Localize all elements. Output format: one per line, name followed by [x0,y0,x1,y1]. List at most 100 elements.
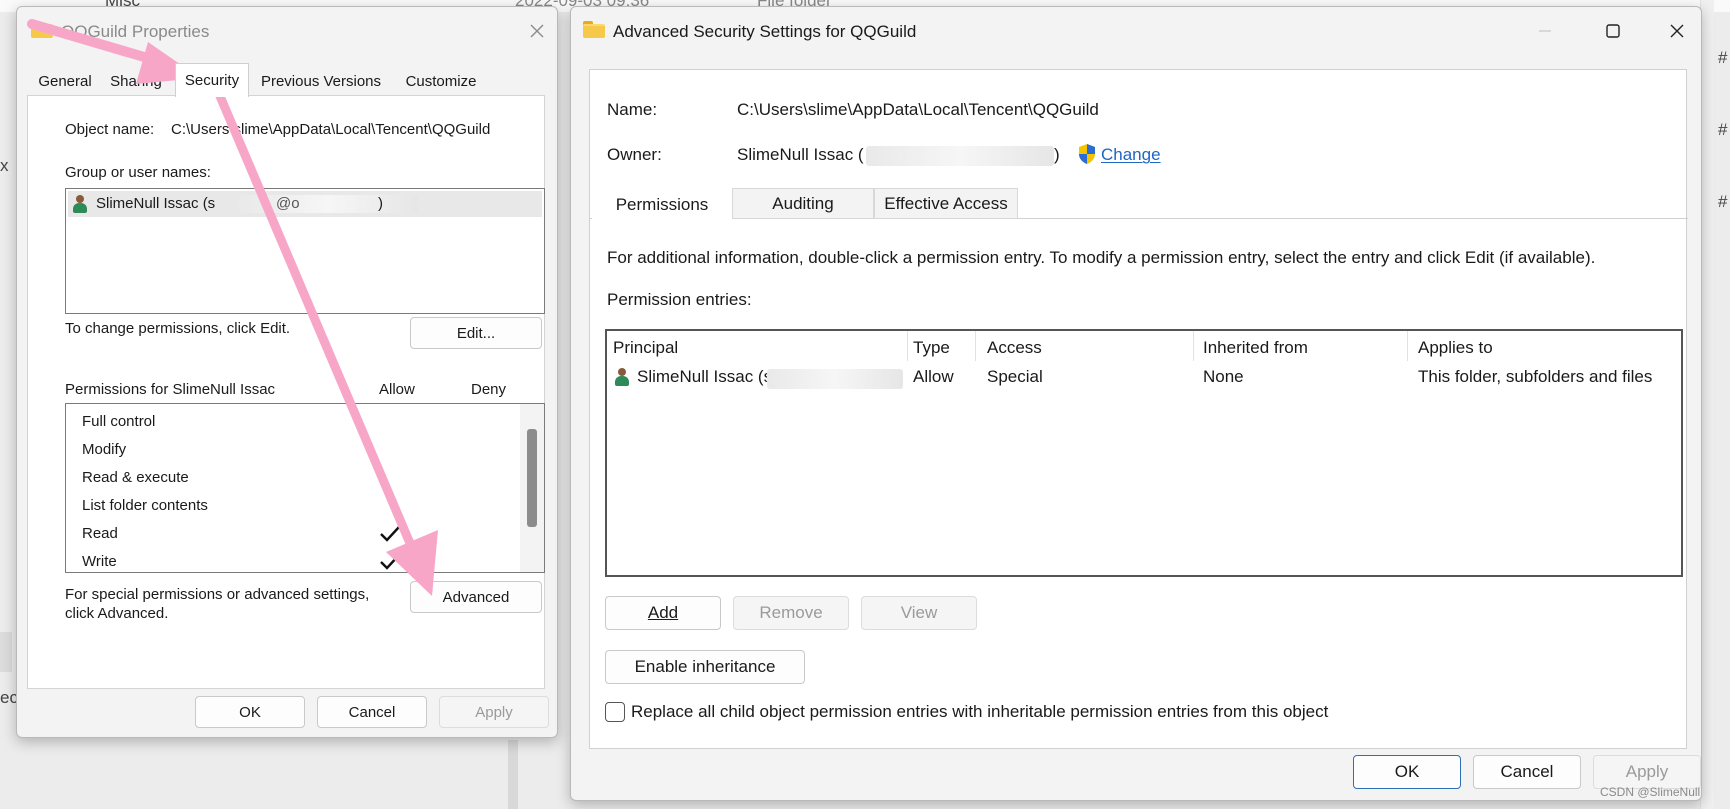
redacted-email [238,195,418,213]
cell-inherited-from: None [1203,367,1244,386]
cell-access: Special [987,367,1043,386]
watermark: CSDN @SlimeNull [1600,785,1701,799]
column-inherited-from[interactable]: Inherited from [1203,338,1308,358]
column-applies-to[interactable]: Applies to [1418,338,1493,358]
ok-button[interactable]: OK [195,696,305,728]
minimize-button[interactable] [1525,15,1565,47]
edit-button[interactable]: Edit... [410,317,542,349]
cell-applies-to: This folder, subfolders and files [1418,367,1653,386]
view-button[interactable]: View [861,596,977,630]
user-name: SlimeNull Issac (s [96,195,216,212]
add-button[interactable]: Add [605,596,721,630]
advanced-titlebar: Advanced Security Settings for QQGuild [571,7,1701,51]
right-edge-mark-3: # [1718,192,1728,211]
uac-shield-icon [1079,144,1095,164]
security-panel: Object name: C:\Users\slime\AppData\Loca… [27,95,545,689]
info-text: For additional information, double-click… [607,248,1596,267]
column-separator [975,331,976,361]
deny-header: Deny [471,381,507,398]
column-principal[interactable]: Principal [613,338,678,358]
permissions-scroll-thumb[interactable] [527,429,537,527]
tab-previous-versions[interactable]: Previous Versions [253,67,389,95]
permissions-list[interactable]: Full control Modify Read & execute List … [65,403,545,573]
permission-list-folder: List folder contents [82,497,208,514]
folder-icon [583,21,605,38]
replace-checkbox[interactable] [605,702,625,722]
add-button-label: Add [647,603,679,622]
owner-value: SlimeNull Issac ( [737,145,864,164]
tab-permissions[interactable]: Permissions [592,188,732,221]
permission-full-control: Full control [82,413,156,430]
redacted-principal [767,369,903,389]
cancel-button[interactable]: Cancel [1473,755,1581,789]
read-allow-check-icon [380,526,400,542]
tab-general[interactable]: General [31,67,99,95]
close-button[interactable] [1657,15,1697,47]
permission-entries-grid[interactable]: Principal Type Access Inherited from App… [605,329,1683,577]
close-button[interactable] [517,15,557,47]
column-separator [907,331,908,361]
permission-read-execute: Read & execute [82,469,189,486]
permission-modify: Modify [82,441,127,458]
behind-divider [508,740,518,809]
column-separator [1193,331,1194,361]
group-or-user-label: Group or user names: [65,164,211,181]
change-permissions-text: To change permissions, click Edit. [65,320,291,337]
apply-button[interactable]: Apply [1593,755,1701,789]
permission-write: Write [82,553,117,570]
maximize-button[interactable] [1593,15,1633,47]
advanced-content-panel: Name: C:\Users\slime\AppData\Local\Tence… [589,69,1688,749]
permissions-for-label: Permissions for SlimeNull Issac [65,381,276,398]
advanced-title: Advanced Security Settings for QQGuild [613,22,917,41]
change-owner-link[interactable]: Change [1101,145,1161,165]
user-list[interactable]: SlimeNull Issac (s @o ) [65,188,545,314]
allow-header: Allow [379,381,415,398]
enable-inheritance-button[interactable]: Enable inheritance [605,650,805,684]
cell-principal: SlimeNull Issac (s [637,367,773,386]
column-type[interactable]: Type [913,338,950,358]
user-icon [615,368,629,386]
cancel-button[interactable]: Cancel [317,696,427,728]
right-edge-mark-2: # [1718,120,1728,139]
advanced-security-window: Advanced Security Settings for QQGuild N… [570,6,1702,801]
folder-icon [31,21,53,38]
maximize-icon [1606,24,1620,38]
permission-read: Read [82,525,118,542]
left-edge-text: x [0,156,9,175]
table-row[interactable]: SlimeNull Issac (s Allow Special None Th… [607,363,1681,395]
special-permissions-text-1: For special permissions or advanced sett… [65,586,370,603]
tab-effective-access[interactable]: Effective Access [874,188,1018,219]
tab-security[interactable]: Security [175,63,249,97]
advanced-button[interactable]: Advanced [410,581,542,613]
special-permissions-text-2: click Advanced. [65,605,169,622]
permission-entries-label: Permission entries: [607,290,752,309]
redacted-owner [866,146,1054,166]
close-icon [1670,24,1684,38]
right-edge-scrollbar [1700,0,1714,809]
properties-window: QQGuild Properties General Sharing Secur… [16,6,558,738]
tab-auditing[interactable]: Auditing [732,188,874,219]
properties-titlebar: QQGuild Properties [17,7,557,51]
tab-sharing[interactable]: Sharing [101,67,171,95]
user-icon [73,195,87,213]
name-value: C:\Users\slime\AppData\Local\Tencent\QQG… [737,100,1099,119]
properties-title: QQGuild Properties [61,22,210,41]
ok-button[interactable]: OK [1353,755,1461,789]
permissions-scrollbar[interactable] [520,404,544,572]
user-list-item[interactable]: SlimeNull Issac (s @o ) [68,191,542,217]
write-allow-check-icon [380,554,400,570]
column-access[interactable]: Access [987,338,1042,358]
owner-label: Owner: [607,145,662,164]
cell-type: Allow [913,367,954,386]
remove-button[interactable]: Remove [733,596,849,630]
tab-customize[interactable]: Customize [397,67,485,95]
minimize-icon [1539,30,1551,32]
apply-button[interactable]: Apply [439,696,549,728]
object-name-label: Object name: [65,121,155,138]
right-edge-mark-1: # [1718,48,1728,67]
close-icon [530,24,544,38]
replace-checkbox-label[interactable]: Replace all child object permission entr… [631,702,1328,722]
user-name-end: ) [378,195,383,212]
object-name-value: C:\Users\slime\AppData\Local\Tencent\QQG… [171,121,491,138]
column-separator [1407,331,1408,361]
